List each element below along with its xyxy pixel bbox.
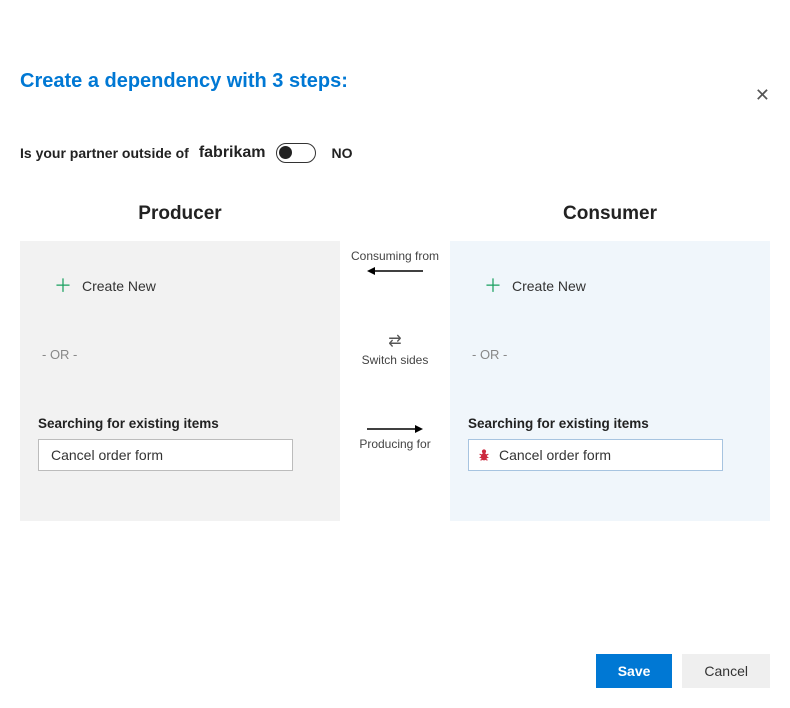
cancel-button[interactable]: Cancel	[682, 654, 770, 688]
consumer-create-new-label: Create New	[512, 278, 586, 294]
save-button[interactable]: Save	[596, 654, 673, 688]
partner-question-row: Is your partner outside of fabrikam NO	[20, 143, 770, 163]
dialog-footer: Save Cancel	[596, 654, 770, 688]
consumer-result-text: Cancel order form	[499, 447, 611, 463]
producer-column: Producer ＋ Create New - OR - Searching f…	[20, 203, 340, 521]
consumer-result-item[interactable]: Cancel order form	[468, 439, 723, 471]
consumer-heading: Consumer	[563, 203, 657, 225]
plus-icon: ＋	[484, 277, 502, 295]
producer-create-new-button[interactable]: ＋ Create New	[38, 259, 322, 299]
partner-toggle-value: NO	[332, 145, 353, 161]
producer-panel: ＋ Create New - OR - Searching for existi…	[20, 241, 340, 521]
producing-for-label: Producing for	[359, 437, 430, 451]
partner-toggle[interactable]	[276, 143, 316, 163]
producer-heading: Producer	[138, 203, 221, 225]
producer-search-label: Searching for existing items	[38, 416, 322, 431]
partner-label-prefix: Is your partner outside of	[20, 145, 189, 161]
consumer-create-new-button[interactable]: ＋ Create New	[468, 259, 752, 299]
consumer-search-label: Searching for existing items	[468, 416, 752, 431]
producer-or-label: - OR -	[42, 347, 322, 362]
producer-create-new-label: Create New	[82, 278, 156, 294]
close-icon[interactable]: ✕	[755, 86, 770, 104]
partner-brand: fabrikam	[199, 144, 266, 162]
arrow-left-icon	[365, 265, 425, 277]
bug-icon	[477, 448, 491, 462]
toggle-knob	[279, 146, 292, 159]
consumer-column: Consumer ＋ Create New - OR - Searching f…	[450, 203, 770, 521]
switch-sides-label: Switch sides	[362, 353, 429, 367]
consuming-from-label: Consuming from	[351, 249, 439, 263]
relations-column: Consuming from ⇄ Switch sides	[340, 203, 450, 521]
plus-icon: ＋	[54, 277, 72, 295]
consumer-or-label: - OR -	[472, 347, 752, 362]
consumer-panel: ＋ Create New - OR - Searching for existi…	[450, 241, 770, 521]
producer-search-input[interactable]	[38, 439, 293, 471]
swap-icon[interactable]: ⇄	[388, 331, 401, 351]
dialog-title: Create a dependency with 3 steps:	[20, 70, 770, 93]
arrow-right-icon	[365, 423, 425, 435]
